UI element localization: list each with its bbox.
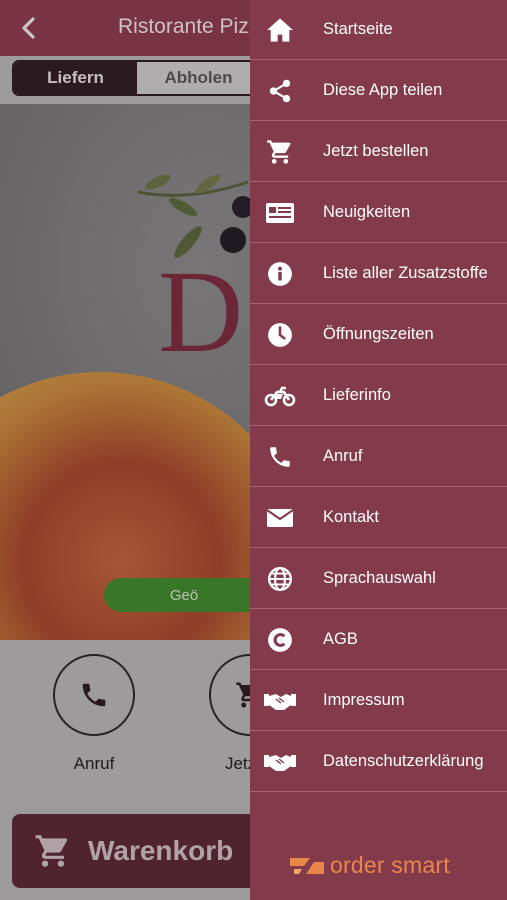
- brand-name: order smart: [330, 852, 450, 878]
- motorcycle-icon: [264, 380, 296, 412]
- menu-item-delivery-info[interactable]: Lieferinfo: [250, 366, 507, 426]
- menu-item-home[interactable]: Startseite: [250, 0, 507, 60]
- brand-logo: order smart: [290, 852, 450, 879]
- menu-item-contact[interactable]: Kontakt: [250, 488, 507, 548]
- globe-icon: [264, 563, 296, 595]
- handshake-icon: [264, 685, 296, 717]
- order-smart-logo-icon: [290, 857, 324, 874]
- menu-item-label: Sprachauswahl: [323, 569, 436, 587]
- menu-item-label: Jetzt bestellen: [323, 142, 429, 160]
- menu-item-label: Startseite: [323, 20, 393, 38]
- clock-icon: [264, 319, 296, 351]
- menu-item-news[interactable]: Neuigkeiten: [250, 183, 507, 243]
- menu-item-label: Datenschutzerklärung: [323, 752, 484, 770]
- menu-item-call[interactable]: Anruf: [250, 427, 507, 487]
- handshake-icon: [264, 746, 296, 778]
- share-icon: [264, 75, 296, 107]
- side-menu: Startseite Diese App teilen Jetzt bestel…: [250, 0, 507, 900]
- menu-item-label: AGB: [323, 630, 358, 648]
- menu-item-imprint[interactable]: Impressum: [250, 671, 507, 731]
- copyright-icon: [264, 624, 296, 656]
- menu-item-label: Öffnungszeiten: [323, 325, 434, 343]
- cart-icon: [264, 136, 296, 168]
- menu-item-opening-hours[interactable]: Öffnungszeiten: [250, 305, 507, 365]
- menu-item-language[interactable]: Sprachauswahl: [250, 549, 507, 609]
- phone-icon: [264, 441, 296, 473]
- mail-icon: [264, 502, 296, 534]
- menu-item-label: Anruf: [323, 447, 363, 465]
- menu-item-label: Lieferinfo: [323, 386, 391, 404]
- menu-item-label: Diese App teilen: [323, 81, 443, 99]
- news-icon: [264, 197, 296, 229]
- menu-item-label: Kontakt: [323, 508, 379, 526]
- menu-item-label: Neuigkeiten: [323, 203, 411, 221]
- menu-item-additives[interactable]: Liste aller Zusatzstoffe: [250, 244, 507, 304]
- menu-item-label: Impressum: [323, 691, 405, 709]
- menu-item-privacy[interactable]: Datenschutzerklärung: [250, 732, 507, 792]
- menu-item-share-app[interactable]: Diese App teilen: [250, 61, 507, 121]
- info-icon: [264, 258, 296, 290]
- menu-item-terms[interactable]: AGB: [250, 610, 507, 670]
- menu-item-label: Liste aller Zusatzstoffe: [323, 264, 488, 282]
- menu-item-order-now[interactable]: Jetzt bestellen: [250, 122, 507, 182]
- home-icon: [264, 14, 296, 46]
